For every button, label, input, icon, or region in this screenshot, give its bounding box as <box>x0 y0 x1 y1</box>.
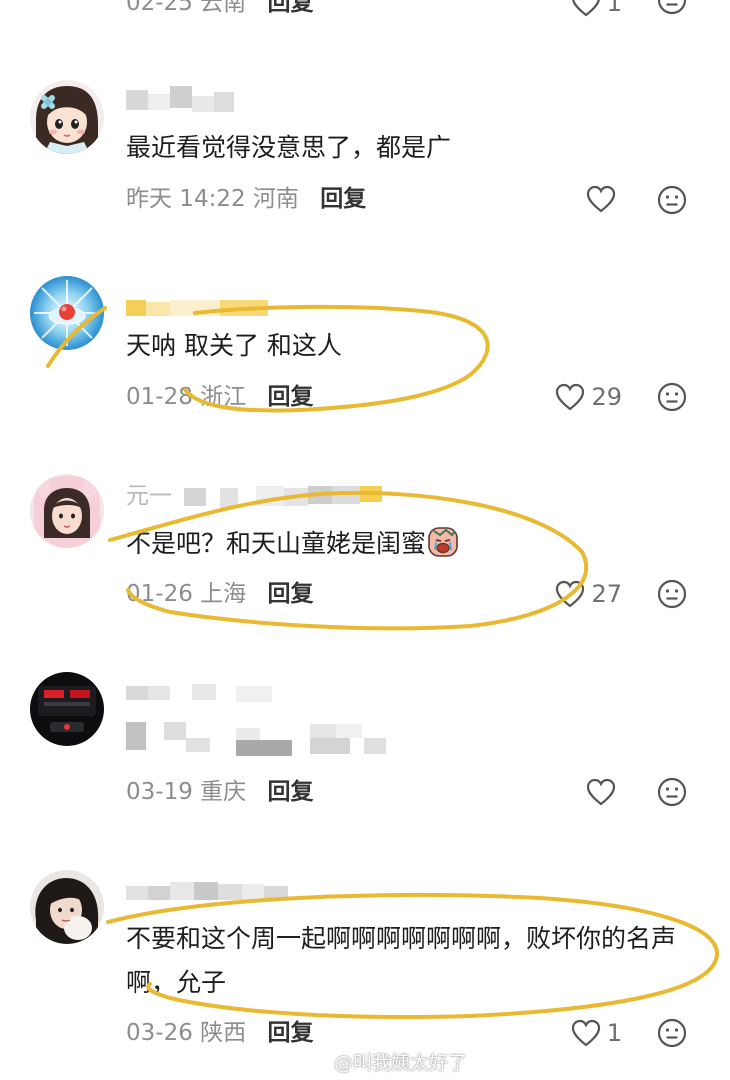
like-count: 27 <box>591 580 622 608</box>
heart-outline-icon <box>556 580 585 608</box>
comment-text: 最近看觉得没意思了，都是广 <box>126 133 452 162</box>
avatar[interactable] <box>30 870 104 944</box>
username-pixelated[interactable] <box>126 296 396 324</box>
comment-time: 01-28 <box>126 384 193 410</box>
comment-location: 浙江 <box>200 384 247 410</box>
comment-text: 天呐 取关了 和这人 <box>126 331 342 360</box>
like-button[interactable]: 29 <box>555 380 622 414</box>
comment-location: 重庆 <box>200 779 247 805</box>
comment-meta: 02-25 云南 回复 <box>126 0 313 20</box>
like-count: 1 <box>606 1019 622 1047</box>
avatar[interactable] <box>30 80 104 154</box>
username-pixelated[interactable] <box>126 86 396 114</box>
username-pixelated[interactable] <box>126 880 396 908</box>
comment-time: 01-26 <box>126 581 193 607</box>
neutral-face-icon[interactable] <box>656 776 688 808</box>
neutral-face-icon[interactable] <box>656 578 688 610</box>
comment-list: 02-25 云南 回复 1 最近看觉得没意思了，都是广 昨天 14:22 河南 … <box>0 0 730 1080</box>
comment-meta: 01-26 上海 回复 <box>126 577 313 611</box>
comment-time: 昨天 14:22 <box>126 186 246 212</box>
comment-text: 不是吧？和天山童姥是闺蜜 <box>126 522 706 566</box>
reply-button[interactable]: 回复 <box>320 186 366 212</box>
like-button[interactable] <box>586 775 622 809</box>
watermark-text: @叫我姨太好了 <box>334 1052 468 1074</box>
like-count: 29 <box>591 383 622 411</box>
username-pixelated[interactable] <box>126 680 396 708</box>
like-button[interactable]: 27 <box>555 577 622 611</box>
comment-text-content: 不是吧？和天山童姥是闺蜜 <box>126 529 427 558</box>
neutral-face-icon[interactable] <box>656 0 688 16</box>
like-button[interactable]: 1 <box>571 1016 622 1050</box>
neutral-face-icon[interactable] <box>656 1017 688 1049</box>
comment-text-pixelated <box>126 714 706 762</box>
comment-location: 陕西 <box>200 1020 247 1046</box>
comment-meta: 昨天 14:22 河南 回复 <box>126 182 366 216</box>
heart-outline-icon <box>586 778 616 806</box>
comment-time: 03-19 <box>126 779 193 805</box>
reply-button[interactable]: 回复 <box>267 1020 313 1046</box>
username-pixelated[interactable]: 元一 <box>126 483 396 512</box>
comment-location: 上海 <box>200 581 247 607</box>
watermark: @叫我姨太好了 <box>306 1048 467 1075</box>
like-count: 1 <box>606 0 622 17</box>
comment-text: 不要和这个周一起啊啊啊啊啊啊啊，败坏你的名声啊，允子 <box>126 924 677 997</box>
heart-outline-icon <box>586 185 616 213</box>
reply-button[interactable]: 回复 <box>267 779 313 805</box>
comment-location: 河南 <box>252 186 299 212</box>
heart-outline-icon <box>571 1019 600 1047</box>
reply-button[interactable]: 回复 <box>267 581 313 607</box>
comment-meta: 03-19 重庆 回复 <box>126 775 313 809</box>
comment-time: 02-25 <box>126 0 193 16</box>
heart-outline-icon <box>571 0 600 17</box>
like-button[interactable]: 1 <box>571 0 622 20</box>
reply-button[interactable]: 回复 <box>267 0 313 16</box>
comment-location: 云南 <box>200 0 247 16</box>
heart-outline-icon <box>556 383 585 411</box>
comment-meta: 01-28 浙江 回复 <box>126 380 313 414</box>
username-visible-part: 元一 <box>126 483 172 509</box>
crying-face-emoji <box>428 527 458 557</box>
like-button[interactable] <box>586 182 622 216</box>
neutral-face-icon[interactable] <box>656 381 688 413</box>
neutral-face-icon[interactable] <box>656 184 688 216</box>
avatar[interactable] <box>30 276 104 350</box>
reply-button[interactable]: 回复 <box>267 384 313 410</box>
avatar[interactable] <box>30 474 104 548</box>
avatar[interactable] <box>30 672 104 746</box>
comment-meta: 03-26 陕西 回复 <box>126 1016 313 1050</box>
comment-time: 03-26 <box>126 1020 193 1046</box>
weibo-logo-icon <box>306 1055 329 1072</box>
